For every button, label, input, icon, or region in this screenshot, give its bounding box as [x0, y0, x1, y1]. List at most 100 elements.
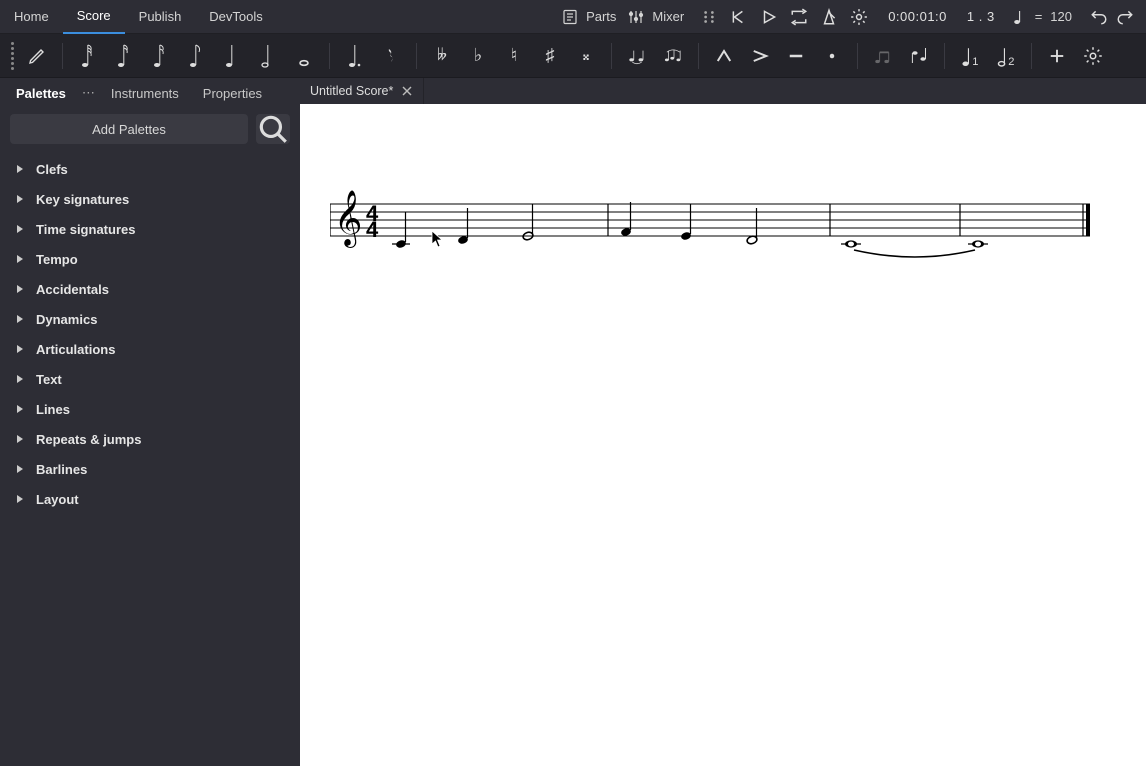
- duration-32nd-button[interactable]: [107, 39, 141, 73]
- palette-item-accidentals[interactable]: Accidentals: [0, 274, 300, 304]
- main-menubar: Home Score Publish DevTools Parts Mixer …: [0, 0, 1146, 34]
- palette-item-tempo[interactable]: Tempo: [0, 244, 300, 274]
- palette-label: Lines: [36, 402, 70, 417]
- caret-right-icon: [16, 435, 24, 443]
- caret-right-icon: [16, 465, 24, 473]
- tempo-equals: =: [1035, 9, 1043, 24]
- tie-button[interactable]: [620, 39, 654, 73]
- parts-icon: [562, 9, 578, 25]
- close-icon[interactable]: [401, 85, 413, 97]
- flip-direction-button[interactable]: [902, 39, 936, 73]
- palette-label: Accidentals: [36, 282, 109, 297]
- search-palettes-button[interactable]: [256, 114, 290, 144]
- add-palettes-button[interactable]: Add Palettes: [10, 114, 248, 144]
- note-m2-b1[interactable]: [620, 202, 632, 237]
- palette-label: Dynamics: [36, 312, 97, 327]
- double-flat-button[interactable]: 𝄫: [425, 39, 459, 73]
- document-tab[interactable]: Untitled Score*: [300, 78, 424, 104]
- voice-1-button[interactable]: 1: [953, 39, 987, 73]
- note-input-mode-button[interactable]: [20, 39, 54, 73]
- play-icon[interactable]: [760, 8, 778, 26]
- palette-label: Articulations: [36, 342, 115, 357]
- score-canvas[interactable]: 𝄞 4 4: [300, 104, 1146, 766]
- mixer-label: Mixer: [652, 9, 684, 24]
- menu-tab-score[interactable]: Score: [63, 0, 125, 34]
- palette-label: Time signatures: [36, 222, 135, 237]
- note-m1-b2[interactable]: [457, 208, 469, 245]
- palette-item-layout[interactable]: Layout: [0, 484, 300, 514]
- palette-item-clefs[interactable]: Clefs: [0, 154, 300, 184]
- loop-icon[interactable]: [790, 8, 808, 26]
- note-m3-b1[interactable]: [841, 240, 861, 247]
- drag-handle-icon[interactable]: [700, 8, 718, 26]
- menu-tab-devtools[interactable]: DevTools: [195, 0, 276, 34]
- accent-button[interactable]: [743, 39, 777, 73]
- marcato-button[interactable]: [707, 39, 741, 73]
- add-button[interactable]: [1040, 39, 1074, 73]
- palette-item-time-signatures[interactable]: Time signatures: [0, 214, 300, 244]
- note-m1-b3[interactable]: [522, 204, 534, 241]
- palette-label: Tempo: [36, 252, 78, 267]
- duration-half-button[interactable]: [251, 39, 285, 73]
- note-m2-b3[interactable]: [746, 208, 758, 245]
- tuplet-button[interactable]: [866, 39, 900, 73]
- duration-16th-button[interactable]: [143, 39, 177, 73]
- sharp-button[interactable]: ♯: [533, 39, 567, 73]
- svg-text:2: 2: [1008, 55, 1014, 67]
- palette-item-dynamics[interactable]: Dynamics: [0, 304, 300, 334]
- menu-tab-publish[interactable]: Publish: [125, 0, 196, 34]
- slur-button[interactable]: [656, 39, 690, 73]
- palette-item-repeats-jumps[interactable]: Repeats & jumps: [0, 424, 300, 454]
- panel-more-icon[interactable]: ⋯: [78, 85, 99, 101]
- duration-whole-button[interactable]: [287, 39, 321, 73]
- caret-right-icon: [16, 285, 24, 293]
- palette-label: Key signatures: [36, 192, 129, 207]
- mixer-icon: [628, 9, 644, 25]
- tenuto-button[interactable]: [779, 39, 813, 73]
- palette-item-key-signatures[interactable]: Key signatures: [0, 184, 300, 214]
- duration-8th-button[interactable]: [179, 39, 213, 73]
- duration-quarter-button[interactable]: [215, 39, 249, 73]
- document-tabstrip: Untitled Score*: [300, 78, 1146, 104]
- note-m4-b1[interactable]: [968, 240, 988, 247]
- palette-item-lines[interactable]: Lines: [0, 394, 300, 424]
- rewind-icon[interactable]: [730, 8, 748, 26]
- staccato-button[interactable]: [815, 39, 849, 73]
- menu-tab-home[interactable]: Home: [0, 0, 63, 34]
- toolbar-drag-handle[interactable]: [6, 42, 18, 70]
- palette-item-articulations[interactable]: Articulations: [0, 334, 300, 364]
- voice-2-button[interactable]: 2: [989, 39, 1023, 73]
- mixer-button[interactable]: Mixer: [622, 0, 690, 34]
- quarter-note-icon: [1011, 9, 1027, 25]
- search-icon: [256, 112, 290, 146]
- note-input-toolbar: 𝄫 ♭ ♮ ♯ 𝄪 1 2: [0, 34, 1146, 78]
- duration-64th-button[interactable]: [71, 39, 105, 73]
- natural-button[interactable]: ♮: [497, 39, 531, 73]
- metronome-icon[interactable]: [820, 8, 838, 26]
- palette-label: Text: [36, 372, 62, 387]
- parts-button[interactable]: Parts: [556, 0, 622, 34]
- augmentation-dot-button[interactable]: [338, 39, 372, 73]
- playback-beat: 1 . 3: [957, 9, 1005, 24]
- toolbar-settings-button[interactable]: [1076, 39, 1110, 73]
- redo-icon[interactable]: [1116, 8, 1134, 26]
- palette-label: Repeats & jumps: [36, 432, 141, 447]
- undo-icon[interactable]: [1090, 8, 1108, 26]
- tie-arc: [854, 250, 975, 257]
- caret-right-icon: [16, 495, 24, 503]
- settings-icon[interactable]: [850, 8, 868, 26]
- tempo-display[interactable]: = 120: [1005, 0, 1078, 34]
- palette-item-text[interactable]: Text: [0, 364, 300, 394]
- caret-right-icon: [16, 165, 24, 173]
- caret-right-icon: [16, 375, 24, 383]
- note-m2-b2[interactable]: [680, 204, 692, 241]
- pencil-icon: [27, 43, 47, 69]
- caret-right-icon: [16, 345, 24, 353]
- palette-item-barlines[interactable]: Barlines: [0, 454, 300, 484]
- note-m1-b1[interactable]: [392, 212, 410, 249]
- double-sharp-button[interactable]: 𝄪: [569, 39, 603, 73]
- rest-button[interactable]: [374, 39, 408, 73]
- playback-time: 0:00:01:0: [878, 9, 957, 24]
- palette-label: Clefs: [36, 162, 68, 177]
- flat-button[interactable]: ♭: [461, 39, 495, 73]
